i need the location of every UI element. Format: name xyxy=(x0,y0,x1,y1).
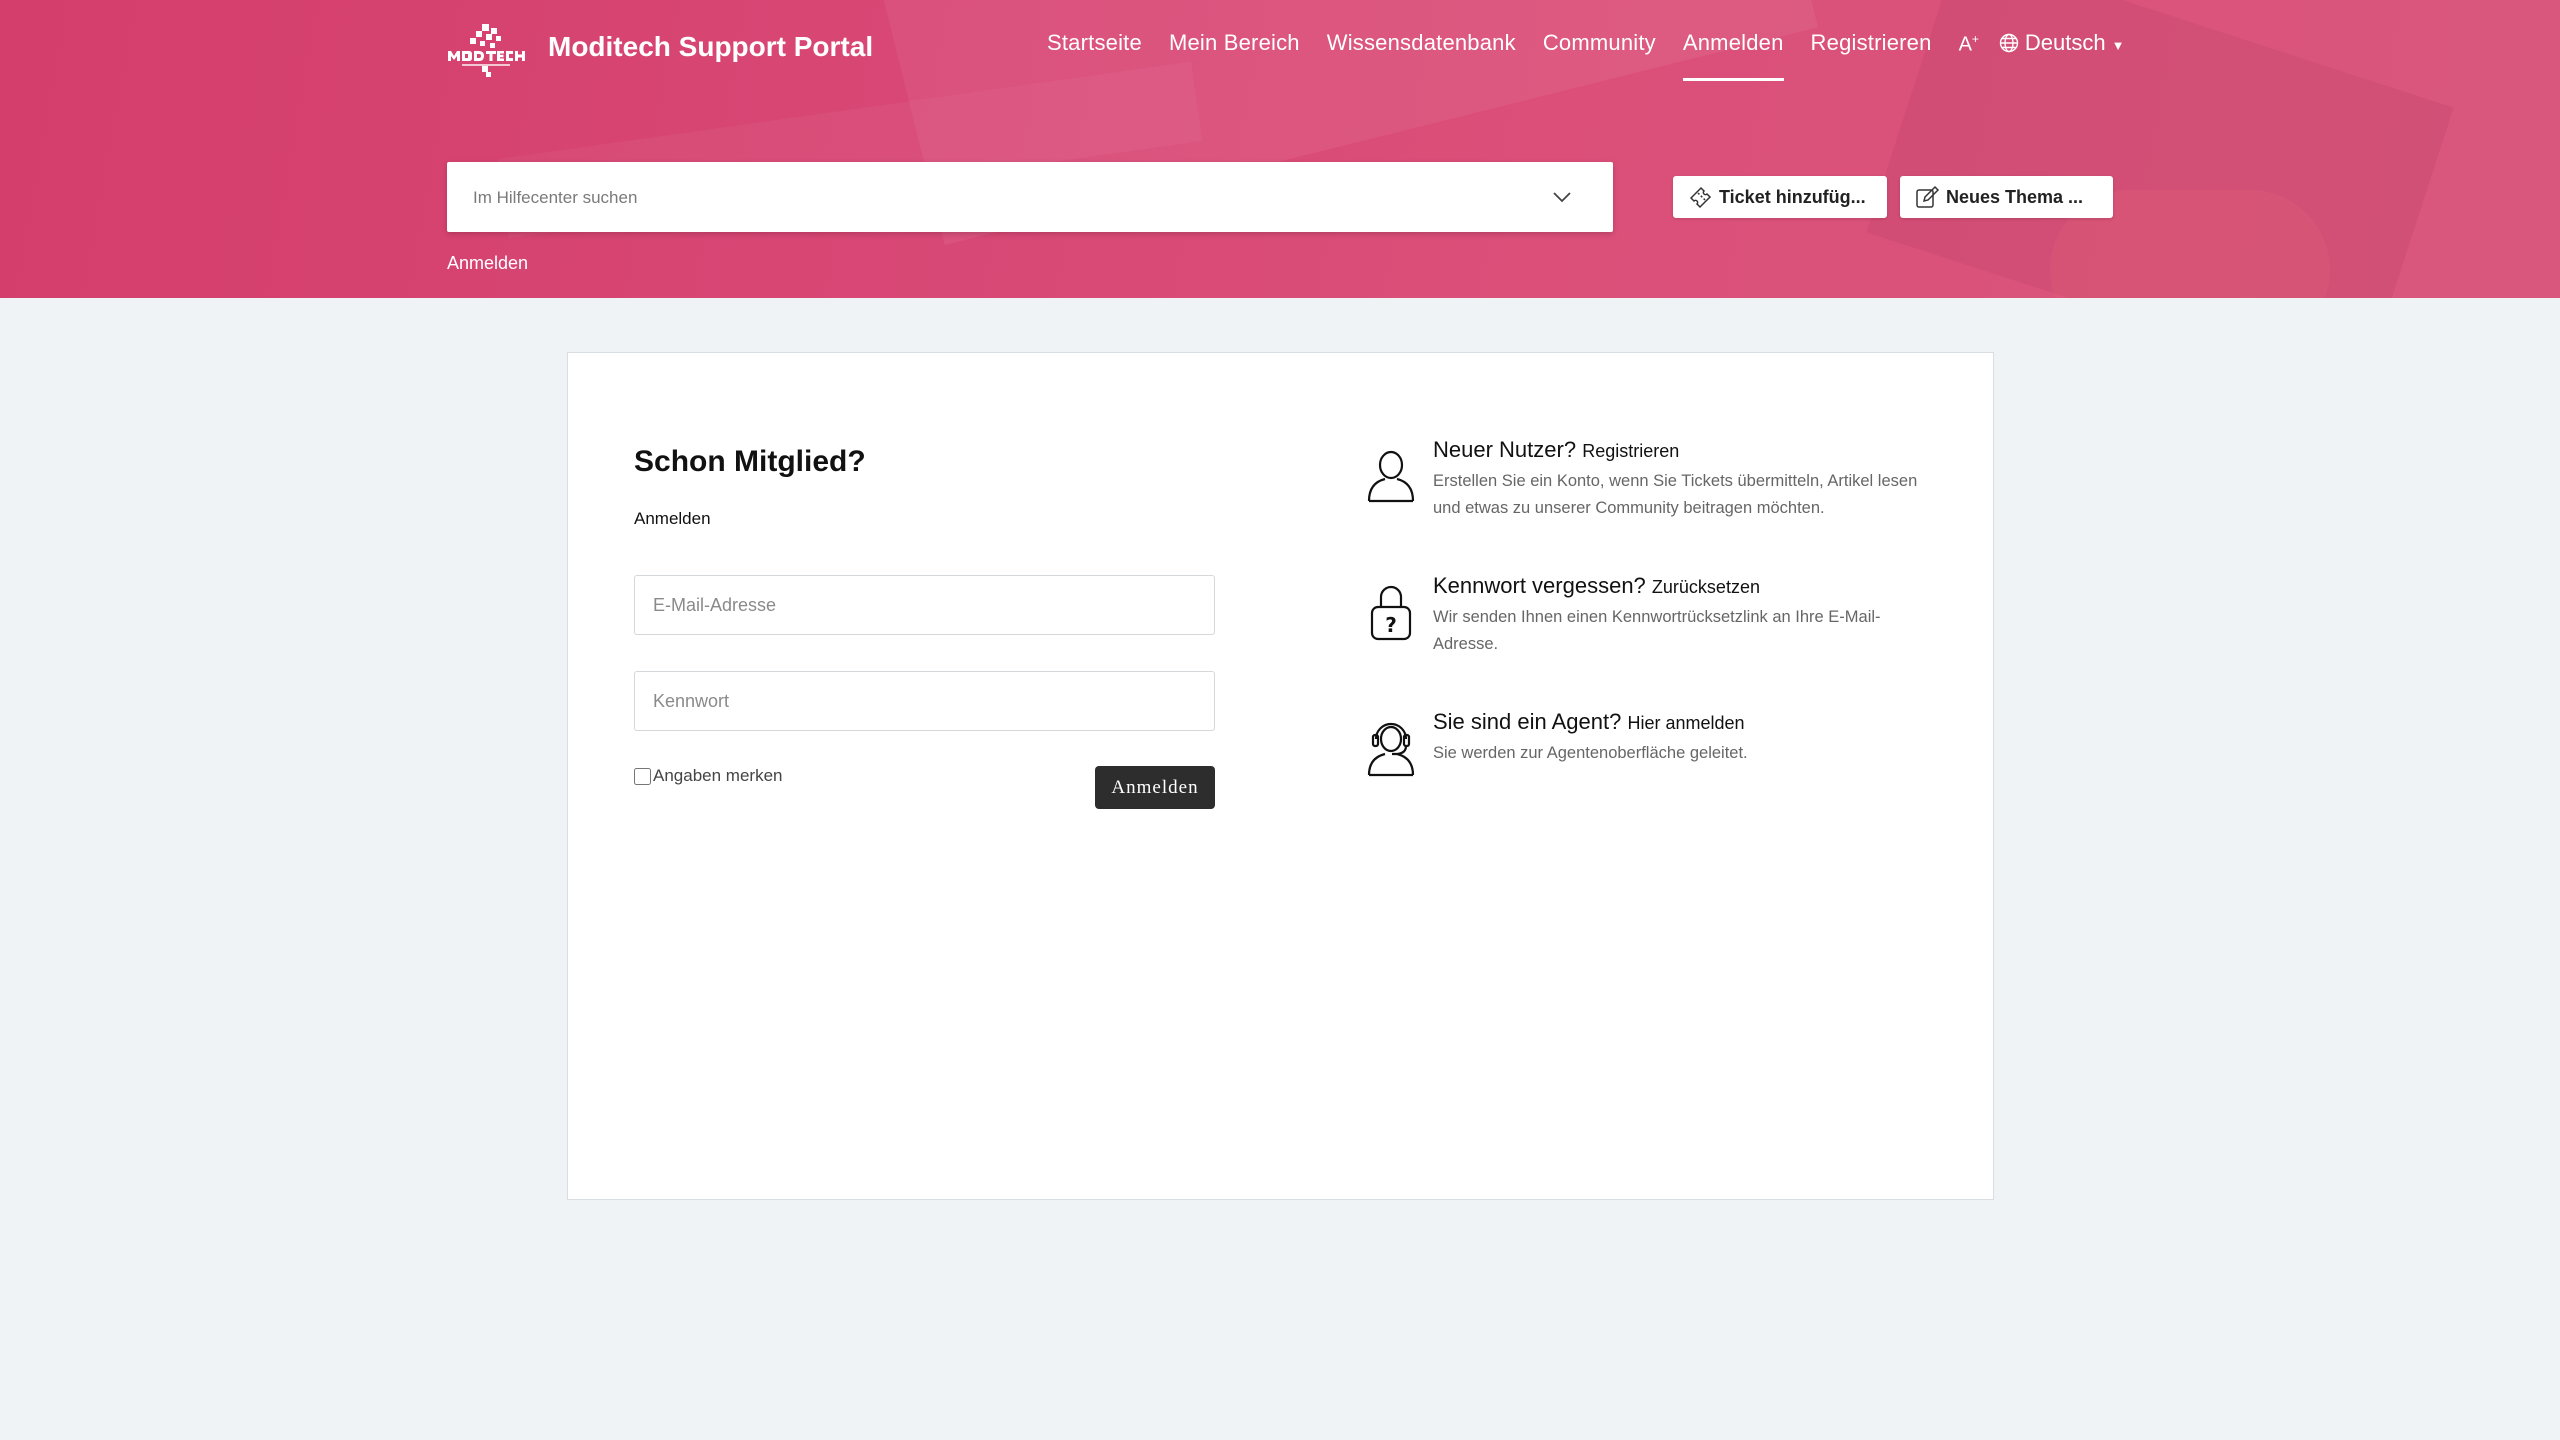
password-field[interactable] xyxy=(634,671,1215,731)
remember-me[interactable]: Angaben merken xyxy=(634,766,782,786)
login-submit-button[interactable]: Anmelden xyxy=(1095,766,1215,809)
language-selector[interactable]: Deutsch ▼ xyxy=(1999,30,2125,56)
caret-down-icon: ▼ xyxy=(2111,37,2125,53)
info-heading: Sie sind ein Agent? Hier anmelden xyxy=(1433,707,1933,738)
header-banner: Moditech Support Portal Startseite Mein … xyxy=(0,0,2560,298)
ticket-icon xyxy=(1689,186,1712,209)
agent-description: Sie werden zur Agentenoberfläche geleite… xyxy=(1433,744,1748,762)
language-label: Deutsch xyxy=(2024,30,2106,55)
nav-my-area[interactable]: Mein Bereich xyxy=(1169,30,1300,56)
add-ticket-button[interactable]: Ticket hinzufüg... xyxy=(1673,176,1887,218)
edit-icon xyxy=(1916,185,1940,208)
agent-heading: Sie sind ein Agent? xyxy=(1433,709,1622,734)
font-size-icon: A xyxy=(1958,33,1972,56)
chevron-down-icon[interactable] xyxy=(1551,186,1573,208)
new-user-description: Erstellen Sie ein Konto, wenn Sie Ticket… xyxy=(1433,472,1918,517)
info-heading: Neuer Nutzer? Registrieren xyxy=(1433,435,1933,466)
moditech-logo[interactable] xyxy=(446,22,530,78)
user-icon xyxy=(1367,450,1415,503)
help-center-search xyxy=(447,162,1613,232)
nav-login[interactable]: Anmelden xyxy=(1682,30,1784,81)
nav-knowledge-base[interactable]: Wissensdatenbank xyxy=(1327,30,1516,56)
email-field[interactable] xyxy=(634,575,1215,635)
svg-text:?: ? xyxy=(1385,613,1397,637)
agent-login-link[interactable]: Hier anmelden xyxy=(1628,713,1745,733)
forgot-password-heading: Kennwort vergessen? xyxy=(1433,573,1646,598)
login-subtitle: Anmelden xyxy=(634,509,711,528)
new-user-heading: Neuer Nutzer? xyxy=(1433,437,1577,462)
remember-checkbox[interactable] xyxy=(634,767,651,785)
nav-register[interactable]: Registrieren xyxy=(1811,30,1932,56)
register-link[interactable]: Registrieren xyxy=(1582,441,1679,461)
lock-question-icon: ? xyxy=(1370,585,1412,641)
remember-label: Angaben merken xyxy=(653,766,783,785)
search-input[interactable] xyxy=(473,182,1473,214)
nav-home[interactable]: Startseite xyxy=(1047,30,1142,56)
reset-password-link[interactable]: Zurücksetzen xyxy=(1652,577,1760,597)
nav-community[interactable]: Community xyxy=(1543,30,1656,56)
login-card: Schon Mitglied? Anmelden Angaben merken … xyxy=(567,352,1994,1200)
font-size-toggle[interactable]: A+ xyxy=(1959,32,1979,57)
add-ticket-label: Ticket hinzufüg... xyxy=(1719,186,1866,207)
main-nav: Startseite Mein Bereich Wissensdatenbank… xyxy=(1047,30,2125,81)
login-title: Schon Mitglied? xyxy=(634,445,866,478)
breadcrumb[interactable]: Anmelden xyxy=(447,253,528,274)
info-heading: Kennwort vergessen? Zurücksetzen xyxy=(1433,571,1933,602)
new-topic-button[interactable]: Neues Thema ... xyxy=(1900,176,2113,218)
headset-agent-icon xyxy=(1367,722,1415,777)
forgot-password-description: Wir senden Ihnen einen Kennwortrücksetzl… xyxy=(1433,608,1881,653)
brand-title[interactable]: Moditech Support Portal xyxy=(548,31,873,63)
globe-icon xyxy=(1999,33,2019,53)
new-topic-label: Neues Thema ... xyxy=(1946,186,2084,207)
